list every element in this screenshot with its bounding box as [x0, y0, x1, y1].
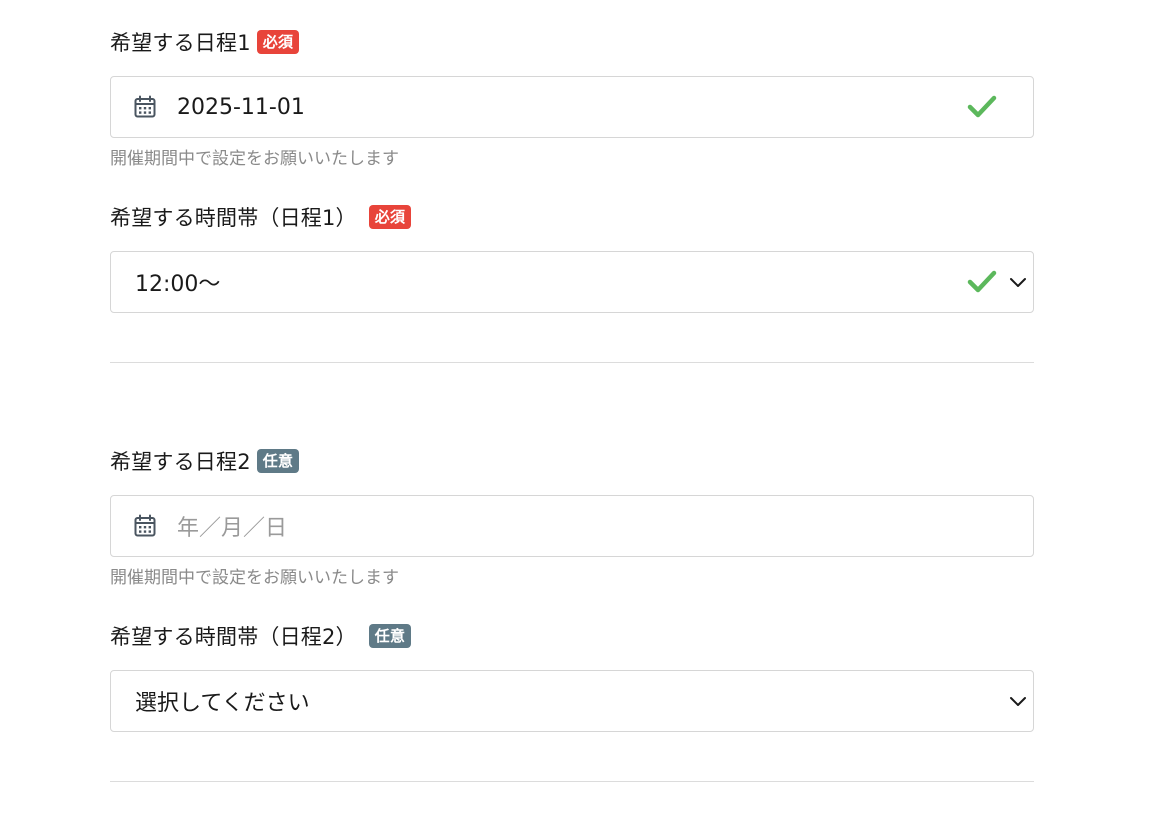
check-icon	[967, 270, 997, 293]
schedule1-date-label-row: 希望する日程1 必須	[110, 29, 300, 55]
schedule2-date-group: 希望する日程2 任意	[110, 448, 300, 474]
schedule2-time-label: 希望する時間帯（日程2）	[110, 625, 357, 649]
chevron-down-icon	[1010, 697, 1026, 706]
schedule1-date-hint: 開催期間中で設定をお願いいたします	[110, 149, 399, 169]
section-divider	[110, 362, 1034, 363]
required-badge: 必須	[256, 30, 300, 54]
schedule2-date-input[interactable]: 年／月／日	[110, 495, 1034, 557]
schedule1-time-label-row: 希望する時間帯（日程1） 必須	[110, 204, 412, 230]
schedule1-date-value: 2025-11-01	[177, 94, 305, 120]
required-badge: 必須	[368, 205, 412, 229]
schedule1-time-group: 希望する時間帯（日程1） 必須	[110, 204, 412, 230]
schedule1-date-label: 希望する日程1	[110, 31, 251, 55]
section-divider	[110, 781, 1034, 782]
schedule2-date-hint: 開催期間中で設定をお願いいたします	[110, 568, 399, 588]
schedule2-time-value: 選択してください	[135, 691, 310, 716]
calendar-icon	[134, 95, 156, 118]
check-icon	[967, 95, 997, 118]
chevron-down-icon	[1010, 278, 1026, 287]
schedule2-date-label: 希望する日程2	[110, 450, 251, 474]
calendar-icon	[134, 514, 156, 537]
schedule2-date-placeholder: 年／月／日	[177, 516, 288, 541]
optional-badge: 任意	[368, 624, 412, 648]
schedule2-time-label-row: 希望する時間帯（日程2） 任意	[110, 623, 412, 649]
schedule2-date-label-row: 希望する日程2 任意	[110, 448, 300, 474]
schedule1-time-label: 希望する時間帯（日程1）	[110, 206, 357, 230]
schedule1-date-input[interactable]: 2025-11-01	[110, 76, 1034, 138]
schedule1-time-select[interactable]: 12:00〜	[110, 251, 1034, 313]
schedule1-date-group: 希望する日程1 必須	[110, 29, 300, 55]
schedule2-time-select[interactable]: 選択してください	[110, 670, 1034, 732]
optional-badge: 任意	[256, 449, 300, 473]
schedule2-time-group: 希望する時間帯（日程2） 任意	[110, 623, 412, 649]
schedule1-time-value: 12:00〜	[135, 272, 221, 297]
